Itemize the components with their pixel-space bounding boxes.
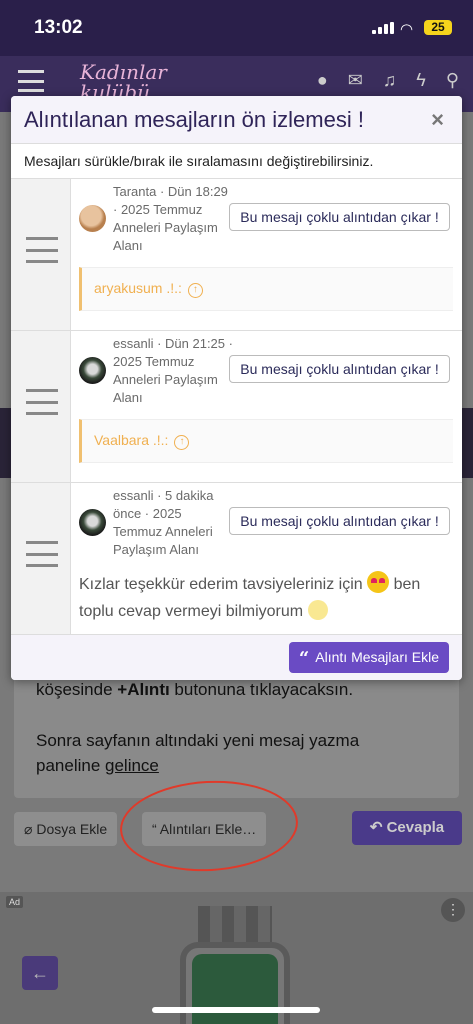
search-icon[interactable]: ⚲ [446, 70, 459, 91]
quote-body: Kızlar teşekkür ederim tavsiyeleriniz iç… [79, 571, 459, 625]
back-arrow-icon[interactable]: ← [22, 956, 58, 990]
arrow-up-icon[interactable]: ↑ [187, 283, 203, 298]
quote-icon: “ [298, 648, 310, 669]
ad-badge: Ad [6, 896, 24, 908]
nested-quote-user: Vaalbara .!.: [94, 432, 169, 448]
background-post-line3: paneline gelince [36, 756, 159, 775]
home-indicator [152, 1007, 320, 1013]
status-time: 13:02 [34, 17, 83, 38]
remove-quote-button[interactable]: Bu mesajı çoklu alıntıdan çıkar ! [229, 355, 450, 383]
drag-handle-icon[interactable] [11, 331, 71, 482]
user-avatar-icon[interactable]: ● [317, 70, 328, 91]
quote-preview-modal: Alıntılanan mesajların ön izlemesi ! × M… [11, 96, 462, 680]
arrow-up-icon[interactable]: ↑ [174, 435, 190, 450]
modal-description: Mesajları sürükle/bırak ile sıralamasını… [24, 153, 374, 169]
close-icon[interactable]: × [431, 107, 444, 133]
reply-icon: ↶ [369, 819, 387, 836]
more-icon[interactable]: ⋮ [441, 898, 465, 922]
quote-meta: essanli · 5 dakika önce · 2025 Temmuz An… [113, 488, 214, 557]
modal-header: Alıntılanan mesajların ön izlemesi ! × [11, 96, 462, 144]
remove-quote-button[interactable]: Bu mesajı çoklu alıntıdan çıkar ! [229, 507, 450, 535]
paperclip-icon: ⌀ [24, 821, 37, 837]
avatar [79, 357, 106, 384]
modal-title: Alıntılanan mesajların ön izlemesi ! [24, 107, 364, 132]
mail-icon[interactable]: ✉ [348, 70, 363, 91]
quote-item[interactable]: essanli · 5 dakika önce · 2025 Temmuz An… [11, 482, 462, 634]
avatar [79, 205, 106, 232]
remove-quote-button[interactable]: Bu mesajı çoklu alıntıdan çıkar ! [229, 203, 450, 231]
reply-button[interactable]: ↶ Cevapla [352, 811, 462, 845]
bell-icon[interactable]: ♫ [383, 70, 397, 91]
header-icons: ● ✉ ♫ ϟ ⚲ [317, 70, 459, 91]
modal-footer: “Alıntı Mesajları Ekle [11, 634, 462, 680]
status-bar: 13:02 ◠ 25 [0, 0, 473, 56]
avatar [79, 509, 106, 536]
lightning-icon[interactable]: ϟ [416, 70, 426, 91]
background-post-line2: Sonra sayfanın altındaki yeni mesaj yazm… [36, 731, 360, 750]
add-quoted-messages-button[interactable]: “Alıntı Mesajları Ekle [288, 642, 449, 673]
quote-meta: Taranta · Dün 18:29 · 2025 Temmuz Annele… [113, 184, 228, 253]
drag-handle-icon[interactable] [11, 179, 71, 330]
background-post-line1: köşesinde +Alıntı butonuna tıklayacaksın… [36, 680, 354, 699]
drag-handle-icon[interactable] [11, 483, 71, 634]
nested-quote: aryakusum .!.: ↑ [79, 267, 453, 311]
menu-icon[interactable] [18, 70, 44, 92]
grin-emoji-icon [307, 600, 328, 620]
wifi-icon: ◠ [400, 21, 414, 38]
quote-item[interactable]: essanli · Dün 21:25 · 2025 Temmuz Annele… [11, 330, 462, 482]
heart-eyes-emoji-icon [367, 571, 390, 593]
quote-item[interactable]: Taranta · Dün 18:29 · 2025 Temmuz Annele… [11, 178, 462, 330]
signal-icon [372, 22, 394, 34]
quote-meta: essanli · Dün 21:25 · 2025 Temmuz Annele… [113, 336, 233, 405]
nested-quote-user: aryakusum .!.: [94, 280, 182, 296]
attach-file-button[interactable]: ⌀ Dosya Ekle [14, 812, 118, 846]
nested-quote: Vaalbara .!.: ↑ [79, 419, 453, 463]
battery-icon: 25 [424, 20, 452, 35]
